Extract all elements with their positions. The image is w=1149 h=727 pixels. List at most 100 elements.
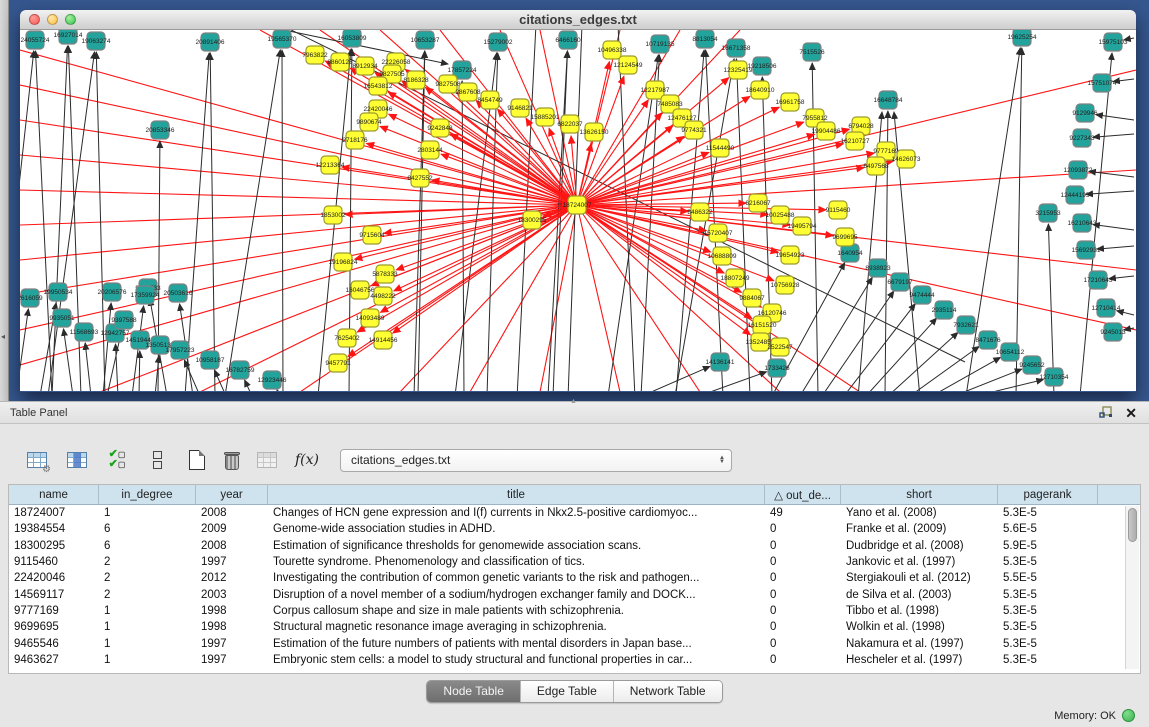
graph-node[interactable]: 8427552 [407,169,433,187]
table-settings-icon[interactable]: ⚙ [24,447,50,473]
tab-network-table[interactable]: Network Table [614,681,722,702]
table-cell[interactable]: Jankovic et al. (1997) [841,556,998,568]
table-cell[interactable]: Investigating the contribution of common… [268,572,765,584]
graph-node[interactable]: 7515526 [799,43,825,61]
graph-node[interactable]: 9129946 [1072,104,1098,122]
column-header-name[interactable]: name [9,485,99,504]
graph-node[interactable]: 19950534 [44,283,73,301]
table-cell[interactable]: 9115460 [9,556,99,568]
graph-node[interactable]: 1853002 [320,206,346,224]
table-header-row[interactable]: namein_degreeyeartitle△ out_de...shortpa… [9,485,1140,505]
float-window-icon[interactable] [1099,406,1113,419]
graph-node[interactable]: 19654923 [776,246,805,264]
graph-node[interactable]: 15975103 [1099,33,1128,51]
table-cell[interactable]: Structural magnetic resonance image aver… [268,621,765,633]
graph-node[interactable]: 8454749 [477,91,503,109]
graph-node[interactable]: 17210643 [1084,271,1113,289]
table-cell[interactable]: Wolkin et al. (1998) [841,621,998,633]
tab-edge-table[interactable]: Edge Table [521,681,614,702]
table-cell[interactable]: Dudbridge et al. (2008) [841,540,998,552]
graph-node[interactable]: 10653287 [411,31,440,49]
graph-node[interactable]: 1733426 [764,359,790,377]
table-cell[interactable]: 1997 [196,654,268,666]
rows-icon[interactable] [144,447,170,473]
graph-node[interactable]: 15692931 [1072,241,1101,259]
table-cell[interactable]: 5.5E-5 [998,572,1098,584]
graph-node[interactable]: 14136141 [706,353,735,371]
table-cell[interactable]: 19384554 [9,523,99,535]
column-header-pagerank[interactable]: pagerank [998,485,1098,504]
graph-node[interactable]: 16210643 [1068,214,1097,232]
graph-node[interactable]: 16927014 [54,30,83,44]
graph-node[interactable]: 7963822 [302,46,328,64]
select-columns-icon[interactable]: ✔▢✔▢ [104,447,130,473]
graph-node[interactable]: 9227343 [1069,129,1095,147]
control-panel-collapsed-strip[interactable]: ◂ [0,0,9,401]
table-cell[interactable]: 6 [99,540,196,552]
graph-node[interactable]: 8486322 [687,203,713,221]
table-row[interactable]: 977716911998Corpus callosum shape and si… [9,603,1140,619]
node-table[interactable]: namein_degreeyeartitle△ out_de...shortpa… [8,484,1141,674]
graph-node[interactable]: 9245013 [1100,323,1126,341]
table-cell[interactable]: 18300295 [9,540,99,552]
graph-node[interactable]: 14914456 [369,331,398,349]
scrollbar-thumb[interactable] [1128,508,1137,542]
table-body[interactable]: 1872400712008Changes of HCN gene express… [9,505,1140,669]
graph-node[interactable]: 3215953 [1035,204,1061,222]
graph-node[interactable]: 9890674 [356,113,382,131]
table-cell[interactable]: 22420046 [9,572,99,584]
graph-node[interactable]: 8813054 [692,30,718,48]
graph-node[interactable]: 6466160 [555,31,581,49]
table-row[interactable]: 1938455462009Genome-wide association stu… [9,521,1140,537]
graph-node[interactable]: 9715604 [359,226,385,244]
table-cell[interactable]: 9777169 [9,605,99,617]
table-cell[interactable]: 9699695 [9,621,99,633]
graph-node[interactable]: 16671358 [722,39,751,57]
table-cell[interactable]: 2012 [196,572,268,584]
graph-node[interactable]: 8938923 [865,259,891,277]
table-cell[interactable]: Estimation of the future numbers of pati… [268,638,765,650]
table-selector-dropdown[interactable]: citations_edges.txt ▲▼ [340,449,732,472]
graph-node[interactable]: 12710354 [1040,368,1069,386]
table-cell[interactable]: 5.3E-5 [998,638,1098,650]
graph-node[interactable]: 16648784 [874,91,903,109]
graph-node[interactable]: 8471676 [975,331,1001,349]
table-row[interactable]: 946554611997Estimation of the future num… [9,635,1140,651]
graph-node[interactable]: 5878333 [372,265,398,283]
graph-node[interactable]: 20503616 [164,284,193,302]
table-cell[interactable]: 0 [765,654,841,666]
graph-node[interactable]: 8912934 [352,57,378,75]
graph-node[interactable]: 10719135 [646,35,675,53]
graph-node[interactable]: 6679197 [887,273,913,291]
citation-network-graph[interactable]: 2405572416927014190632742089140619565370… [20,30,1136,391]
column-header-out_de[interactable]: △ out_de... [765,485,841,504]
table-cell[interactable]: 5.3E-5 [998,654,1098,666]
graph-node[interactable]: 8860128 [327,53,353,71]
table-row[interactable]: 1830029562008Estimation of significance … [9,538,1140,554]
table-cell[interactable]: Changes of HCN gene expression and I(f) … [268,507,765,519]
table-row[interactable]: 1456911722003Disruption of a novel membe… [9,586,1140,602]
table-cell[interactable]: Stergiakouli et al. (2012) [841,572,998,584]
graph-node[interactable]: 12093872 [1064,161,1093,179]
panel-splitter-handle[interactable]: ▲ [570,398,577,405]
graph-node[interactable]: 2522547 [767,338,793,356]
graph-node[interactable]: 9474444 [909,286,935,304]
table-cell[interactable]: 5.6E-5 [998,523,1098,535]
table-cell[interactable]: Tourette syndrome. Phenomenology and cla… [268,556,765,568]
table-cell[interactable]: 2008 [196,540,268,552]
table-cell[interactable]: Franke et al. (2009) [841,523,998,535]
table-cell[interactable]: 2 [99,572,196,584]
table-cell[interactable]: Hescheler et al. (1997) [841,654,998,666]
graph-node[interactable]: 8186328 [403,71,429,89]
table-cell[interactable]: 1 [99,654,196,666]
tab-node-table[interactable]: Node Table [427,681,521,702]
table-cell[interactable]: Nakamura et al. (1997) [841,638,998,650]
graph-node[interactable]: 16961758 [776,93,805,111]
graph-node[interactable]: 6497568 [863,157,889,175]
show-column-icon[interactable] [64,447,90,473]
table-cell[interactable]: 1997 [196,638,268,650]
table-cell[interactable]: Corpus callosum shape and size in male p… [268,605,765,617]
graph-node[interactable]: 9774321 [681,121,707,139]
graph-node[interactable]: 9699695 [832,228,858,246]
table-cell[interactable]: 1 [99,621,196,633]
